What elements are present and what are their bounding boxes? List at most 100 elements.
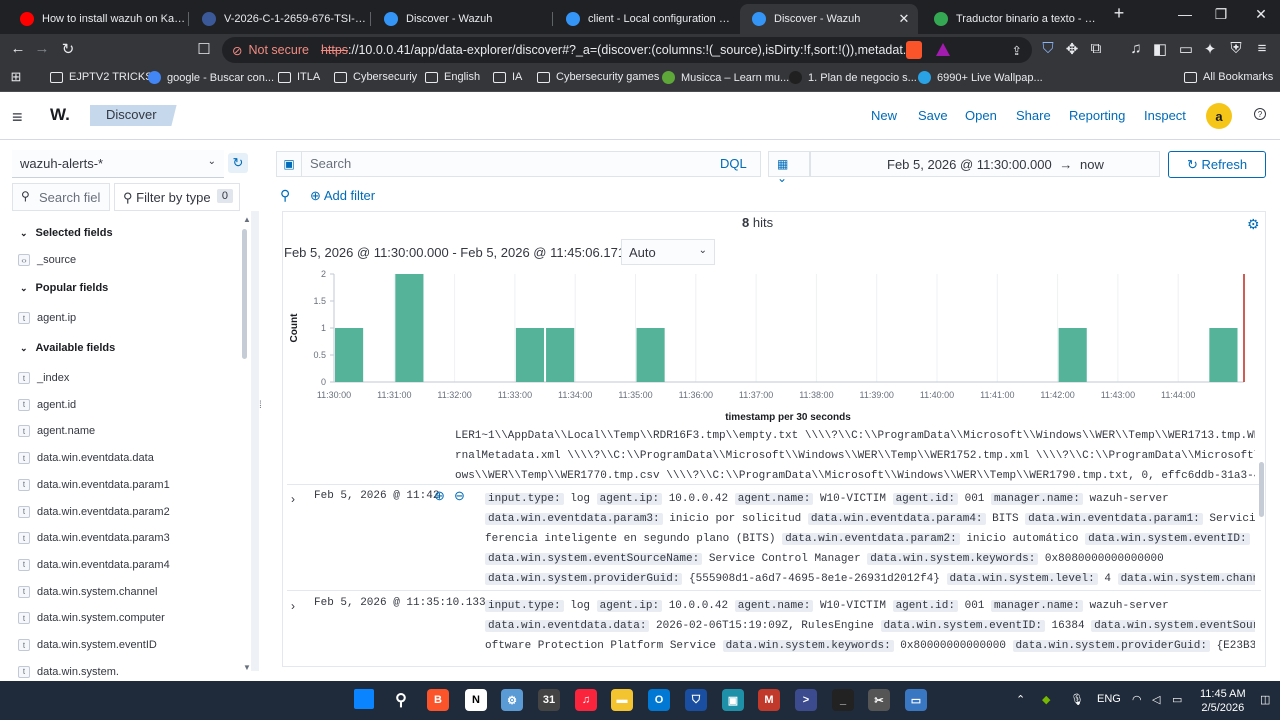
reload-icon[interactable]: ↻ [58, 40, 78, 58]
add-filter-button[interactable]: ⊕ Add filter [310, 188, 375, 204]
microphone-icon[interactable]: 🎙︎ [1070, 693, 1084, 706]
virtualbox-icon[interactable]: ▣ [722, 689, 744, 711]
bookmark-item[interactable]: google - Buscar con... [148, 71, 274, 84]
query-language-button[interactable]: DQL [720, 156, 747, 171]
histogram-bar[interactable] [335, 328, 364, 382]
outlook-icon[interactable]: O [648, 689, 670, 711]
wazuh-logo[interactable]: W. [50, 105, 70, 125]
brave-icon[interactable]: B [427, 689, 449, 711]
sidebar-scrollbar[interactable] [242, 229, 247, 359]
notion-icon[interactable]: N [465, 689, 487, 711]
field-item[interactable]: t data.win.eventdata.param2 [18, 505, 170, 518]
apps-grid-icon[interactable]: ⊞ [6, 69, 26, 85]
filter-funnel-icon[interactable]: ⚲ [280, 187, 290, 204]
bookmark-item[interactable]: Cybersecuriy [334, 71, 417, 83]
resize-handle-icon[interactable]: ⁞ [259, 400, 262, 411]
histogram-bar[interactable] [395, 274, 424, 382]
remote-desktop-icon[interactable]: ▭ [905, 689, 927, 711]
field-item[interactable]: t data.win.system.computer [18, 612, 165, 625]
filter-out-value-icon[interactable]: ⊖ [454, 488, 465, 504]
malwarebytes-icon[interactable]: M [758, 689, 780, 711]
expand-row-chevron-icon[interactable]: › [291, 492, 295, 506]
time-start[interactable]: Feb 5, 2026 @ 11:30:00.000 [887, 157, 1052, 172]
date-picker-quick-menu[interactable]: ▦ ⌄ [768, 151, 810, 185]
battery-icon[interactable]: ▭ [1172, 693, 1182, 706]
scroll-up-icon[interactable]: ▲ [243, 215, 251, 224]
refresh-button[interactable]: ↻ Refresh [1168, 151, 1266, 178]
refresh-index-icon[interactable]: ↻ [228, 153, 248, 173]
bookmark-item[interactable]: IA [493, 71, 522, 83]
close-window-icon[interactable]: ✕ [1246, 6, 1276, 23]
field-item[interactable]: t data.win.system.eventID [18, 639, 157, 651]
field-item[interactable]: t agent.ip [18, 312, 76, 324]
extension-shield-icon[interactable]: ⛉ [1038, 40, 1058, 57]
powershell-icon[interactable]: > [795, 689, 817, 711]
field-item[interactable]: t data.win.eventdata.data [18, 452, 154, 465]
brave-rewards-icon[interactable] [936, 43, 950, 56]
minimize-icon[interactable]: — [1170, 6, 1200, 22]
histogram-bar[interactable] [636, 328, 665, 382]
nav-share[interactable]: Share [1016, 108, 1051, 123]
vpn-icon[interactable]: ⛨ [1226, 40, 1246, 57]
bookmark-item[interactable]: Cybersecurity games [537, 71, 659, 83]
volume-icon[interactable]: ◁ [1152, 693, 1160, 706]
new-tab-button[interactable]: + [1104, 3, 1134, 24]
settings-icon[interactable]: ⚙ [501, 689, 523, 711]
windows-start-icon[interactable] [354, 689, 374, 709]
field-item[interactable]: t data.win.system. [18, 665, 119, 678]
file-explorer-icon[interactable]: ▬ [611, 689, 633, 711]
music-icon[interactable]: ♫ [575, 689, 597, 711]
histogram-bar[interactable] [1058, 328, 1087, 382]
scroll-down-icon[interactable]: ▼ [243, 663, 251, 672]
not-secure-label[interactable]: Not secure [248, 43, 308, 57]
histogram-bar[interactable] [1209, 328, 1238, 382]
menu-icon[interactable]: ≡ [1252, 40, 1272, 57]
field-item[interactable]: t _index [18, 372, 69, 384]
search-icon[interactable]: ⚲ [390, 689, 412, 711]
nav-open[interactable]: Open [965, 108, 997, 123]
calendar-icon[interactable]: 31 [538, 689, 560, 711]
bookmark-item[interactable]: 1. Plan de negocio s... [789, 71, 917, 84]
selected-fields-header[interactable]: ⌄ Selected fields [20, 227, 113, 239]
field-item[interactable]: t data.win.system.channel [18, 585, 157, 598]
wifi-icon[interactable]: ◠ [1132, 693, 1142, 706]
expand-row-chevron-icon[interactable]: › [291, 599, 295, 613]
results-scrollbar[interactable] [1259, 462, 1264, 517]
all-bookmarks[interactable]: All Bookmarks [1184, 71, 1273, 83]
back-icon[interactable]: ← [8, 40, 28, 57]
filter-by-type-button[interactable]: ⚲ Filter by type 0 [114, 183, 240, 211]
bookmark-item[interactable]: EJPTV2 TRICKS [50, 71, 153, 83]
nav-inspect[interactable]: Inspect [1144, 108, 1186, 123]
field-item[interactable]: ‹› _source [18, 254, 76, 266]
screenshot-icon[interactable]: ⧉ [1086, 40, 1106, 57]
histogram-bar[interactable] [515, 328, 545, 382]
bookmark-item[interactable]: ITLA [278, 71, 320, 83]
language-indicator[interactable]: ENG [1097, 693, 1121, 705]
field-item[interactable]: t agent.name [18, 425, 95, 438]
index-pattern-select[interactable]: wazuh-alerts-* ⌄ [12, 150, 224, 178]
brave-shield-icon[interactable] [906, 41, 922, 59]
nav-save[interactable]: Save [918, 108, 948, 123]
browser-tab[interactable]: Discover - Wazuh ✕ [740, 4, 918, 34]
field-item[interactable]: t data.win.eventdata.param1 [18, 478, 170, 491]
query-search-input[interactable]: Search [301, 151, 761, 177]
wallet-icon[interactable]: ▭ [1176, 40, 1196, 58]
browser-tab[interactable]: Traductor binario a texto - Codi [922, 4, 1100, 34]
nvidia-icon[interactable]: ◆ [1042, 693, 1050, 706]
nav-new[interactable]: New [871, 108, 897, 123]
share-page-icon[interactable]: ⇪ [1012, 43, 1022, 58]
media-icon[interactable]: ♫ [1126, 40, 1146, 57]
date-range-display[interactable]: Feb 5, 2026 @ 11:30:00.000 → now [810, 151, 1160, 177]
clock[interactable]: 11:45 AM 2/5/2026 [1200, 687, 1246, 715]
chevron-up-icon[interactable]: ⌃ [1016, 693, 1025, 706]
snipping-tool-icon[interactable]: ✂ [868, 689, 890, 711]
forward-icon[interactable]: → [32, 40, 52, 57]
notifications-icon[interactable]: ◫ [1260, 693, 1270, 706]
browser-tab[interactable]: How to install wazuh on Kali Lin [8, 4, 186, 34]
bookmark-page-icon[interactable]: ☐ [194, 40, 214, 58]
field-search-input[interactable]: ⚲ Search fiel [12, 183, 110, 211]
saved-query-icon[interactable]: ▣ [276, 151, 301, 177]
browser-tab[interactable]: V-2026-C-1-2659-676-TSI-303: I [190, 4, 368, 34]
interval-select[interactable]: Auto ⌄ [621, 239, 715, 265]
sidebar-icon[interactable]: ◧ [1150, 40, 1170, 58]
